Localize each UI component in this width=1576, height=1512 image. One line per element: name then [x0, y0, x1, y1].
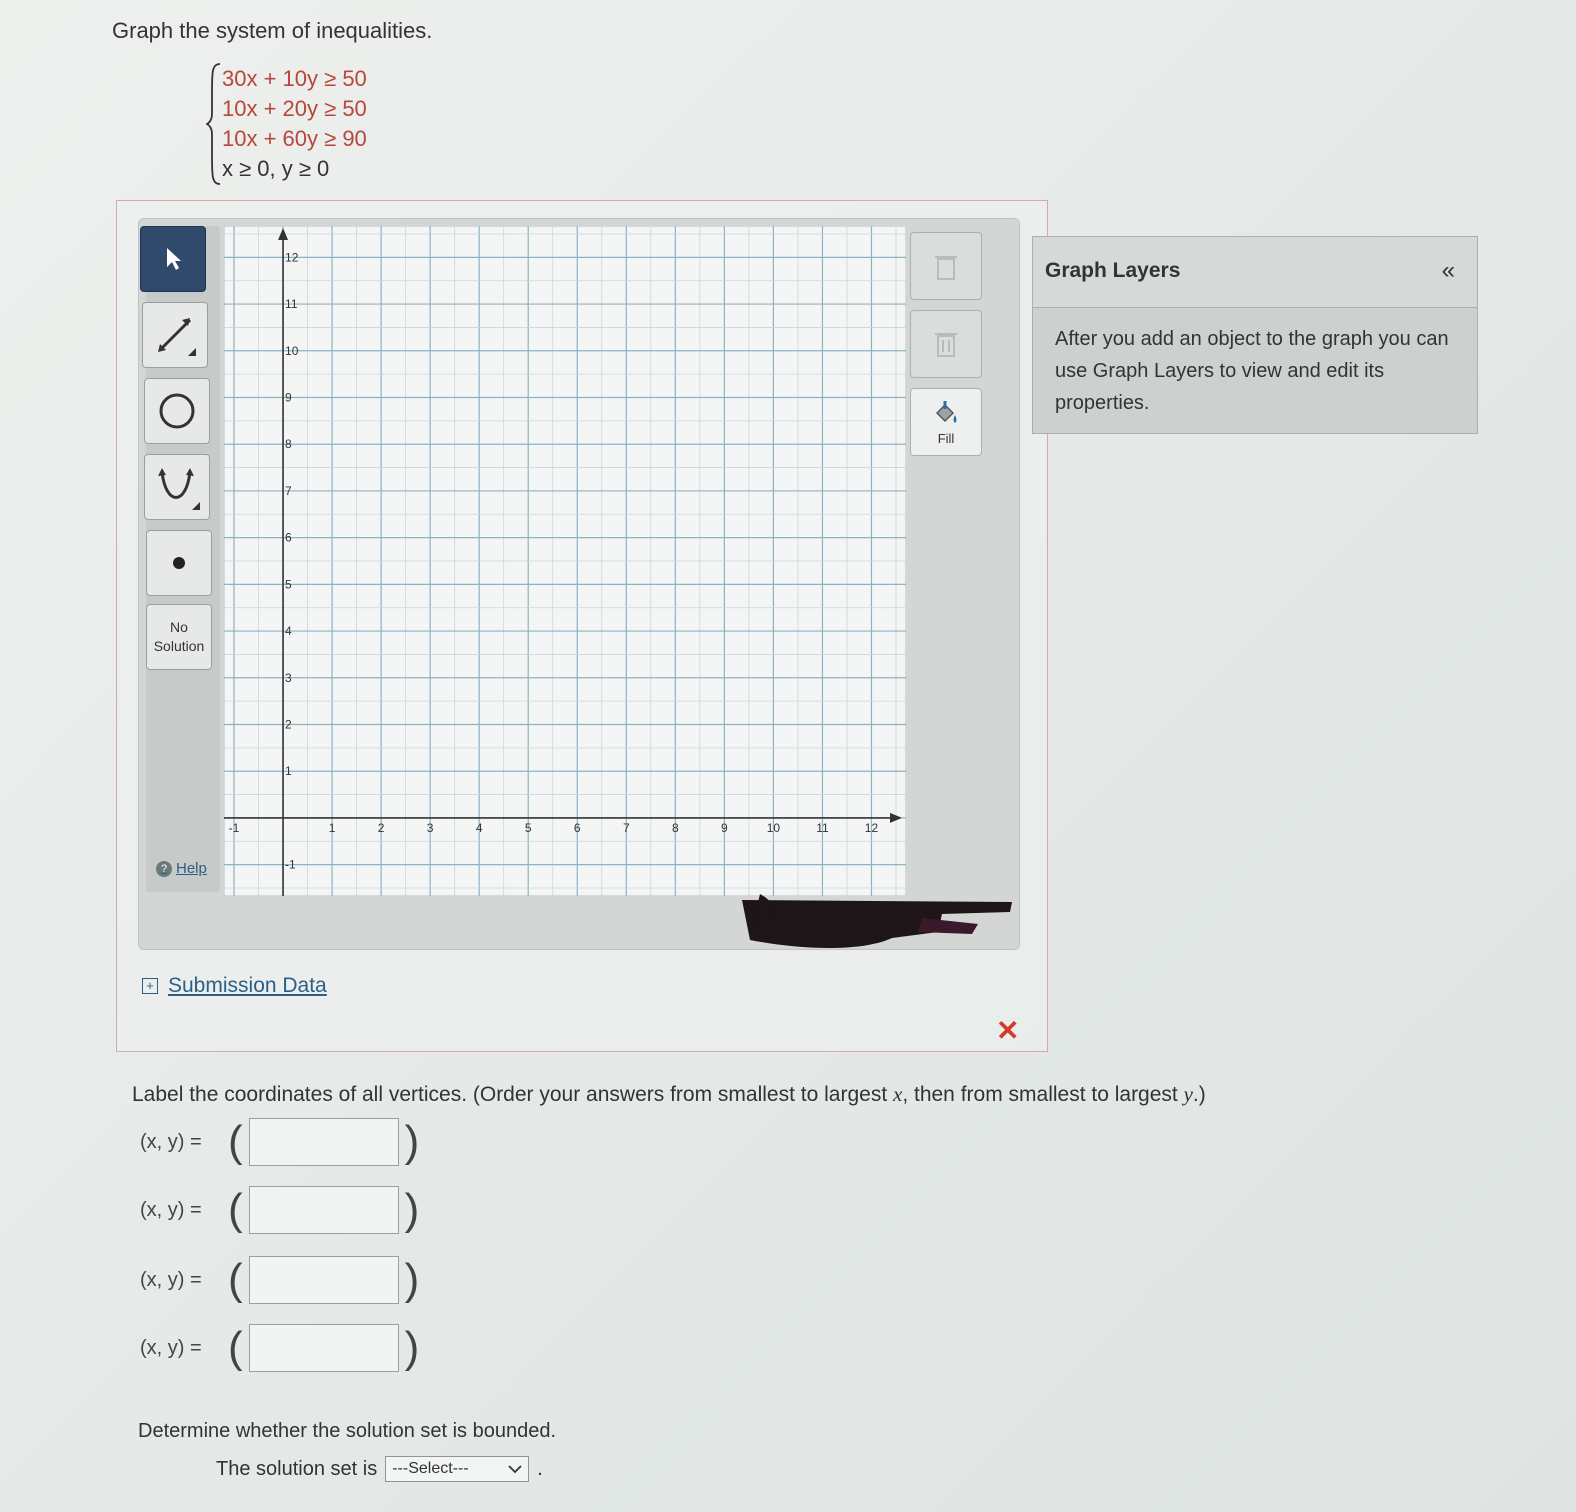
line-tool-button[interactable]: [142, 302, 208, 368]
parabola-icon: [158, 468, 200, 510]
graph-layers-title: Graph Layers: [1045, 259, 1181, 282]
y-tick-label: 9: [285, 391, 292, 405]
delete-button[interactable]: [910, 232, 982, 300]
point-tool-button[interactable]: [146, 530, 212, 596]
y-tick-label: -1: [285, 858, 296, 872]
x-tick-label: 9: [721, 821, 728, 835]
vertex-label: (x, y) =: [140, 1268, 202, 1291]
pointer-arrow-icon: [167, 248, 181, 270]
y-tick-label: 5: [285, 577, 292, 591]
expand-plus-icon: +: [142, 978, 158, 994]
y-tick-label: 12: [285, 250, 299, 264]
vertex-input-3[interactable]: [248, 1256, 399, 1304]
close-paren: ): [404, 1185, 420, 1234]
y-tick-label: 4: [285, 624, 292, 638]
x-tick-label: 5: [525, 821, 532, 835]
question-prompt: Graph the system of inequalities.: [112, 18, 433, 43]
redaction-mark: [742, 894, 1012, 948]
y-tick-label: 3: [285, 671, 292, 685]
drawing-toolbar: No Solution: [140, 226, 220, 892]
submission-data-link[interactable]: + Submission Data: [142, 974, 327, 998]
y-tick-label: 11: [285, 297, 298, 311]
vertex-row-4: (x, y) = ( ): [140, 1320, 419, 1376]
y-tick-label: 7: [285, 484, 292, 498]
no-solution-button[interactable]: No Solution: [146, 604, 212, 670]
inequality-4: x ≥ 0, y ≥ 0: [222, 156, 330, 181]
collapse-chevron-icon[interactable]: «: [1442, 257, 1455, 285]
inequality-1: 30x + 10y ≥ 50: [222, 66, 367, 91]
line-segment-icon: [158, 318, 196, 356]
y-tick-label: 8: [285, 437, 292, 451]
close-paren: ): [404, 1117, 420, 1166]
open-paren: (: [228, 1185, 243, 1234]
parabola-tool-button[interactable]: [144, 454, 210, 520]
x-tick-label: 8: [672, 821, 679, 835]
open-paren: (: [228, 1255, 243, 1304]
trash-can-icon: [935, 333, 957, 357]
point-dot-icon: [173, 557, 185, 569]
circle-icon: [159, 393, 195, 429]
incorrect-x-icon: ✕: [996, 1015, 1020, 1046]
vertex-input-4[interactable]: [248, 1324, 399, 1372]
vertex-label: (x, y) =: [140, 1130, 202, 1153]
vertex-row-2: (x, y) = ( ): [140, 1182, 419, 1238]
fill-button[interactable]: Fill: [910, 388, 982, 456]
inequality-3: 10x + 60y ≥ 90: [222, 126, 367, 151]
x-tick-label: -1: [229, 821, 240, 835]
x-tick-label: 4: [476, 821, 483, 835]
vertices-instruction: Label the coordinates of all vertices. (…: [132, 1082, 1206, 1106]
trash-button[interactable]: [910, 310, 982, 378]
graph-layers-header: Graph Layers «: [1033, 237, 1477, 308]
select-tool-button[interactable]: [140, 226, 206, 292]
x-tick-label: 12: [865, 821, 879, 835]
vertex-input-1[interactable]: [248, 1118, 399, 1166]
x-tick-label: 10: [767, 821, 781, 835]
system-brace: [206, 63, 221, 185]
paint-bucket-icon: [935, 400, 957, 423]
inequality-2: 10x + 20y ≥ 50: [222, 96, 367, 121]
close-paren: ): [404, 1255, 420, 1304]
help-link[interactable]: ? Help: [156, 860, 207, 877]
vertex-row-3: (x, y) = ( ): [140, 1252, 419, 1308]
vertex-input-2[interactable]: [248, 1186, 399, 1234]
vertex-label: (x, y) =: [140, 1336, 202, 1359]
open-paren: (: [228, 1323, 243, 1372]
inequality-system: 30x + 10y ≥ 50 10x + 20y ≥ 50 10x + 60y …: [206, 62, 406, 186]
no-solution-label: No Solution: [153, 619, 205, 654]
x-tick-label: 2: [378, 821, 385, 835]
coordinate-grid[interactable]: -1 1 2 3 4 5 6 7 8 9 10 11 12121110987654321-1: [224, 226, 906, 896]
x-tick-label: 3: [427, 821, 434, 835]
chevron-down-icon: [508, 1465, 522, 1474]
close-paren: ): [404, 1323, 420, 1372]
bounded-answer-row: The solution set is ---Select--- .: [216, 1456, 543, 1482]
vertex-label: (x, y) =: [140, 1198, 202, 1221]
y-tick-label: 10: [285, 344, 299, 358]
bounded-question: Determine whether the solution set is bo…: [138, 1420, 557, 1442]
bounded-select[interactable]: ---Select---: [385, 1456, 530, 1482]
delete-icon: [935, 256, 957, 280]
x-tick-label: 1: [329, 821, 336, 835]
x-tick-label: 7: [623, 821, 630, 835]
help-question-icon: ?: [156, 860, 172, 877]
graph-layers-panel: Graph Layers « After you add an object t…: [1032, 236, 1478, 434]
graph-layers-description: After you add an object to the graph you…: [1055, 328, 1449, 414]
x-tick-label: 6: [574, 821, 581, 835]
vertex-row-1: (x, y) = ( ): [140, 1114, 419, 1170]
y-tick-label: 1: [285, 764, 292, 778]
open-paren: (: [228, 1117, 243, 1166]
bounded-prefix: The solution set is: [216, 1457, 378, 1480]
y-tick-label: 6: [285, 531, 292, 545]
y-tick-label: 2: [285, 718, 292, 732]
circle-tool-button[interactable]: [144, 378, 210, 444]
x-tick-label: 11: [816, 821, 829, 835]
